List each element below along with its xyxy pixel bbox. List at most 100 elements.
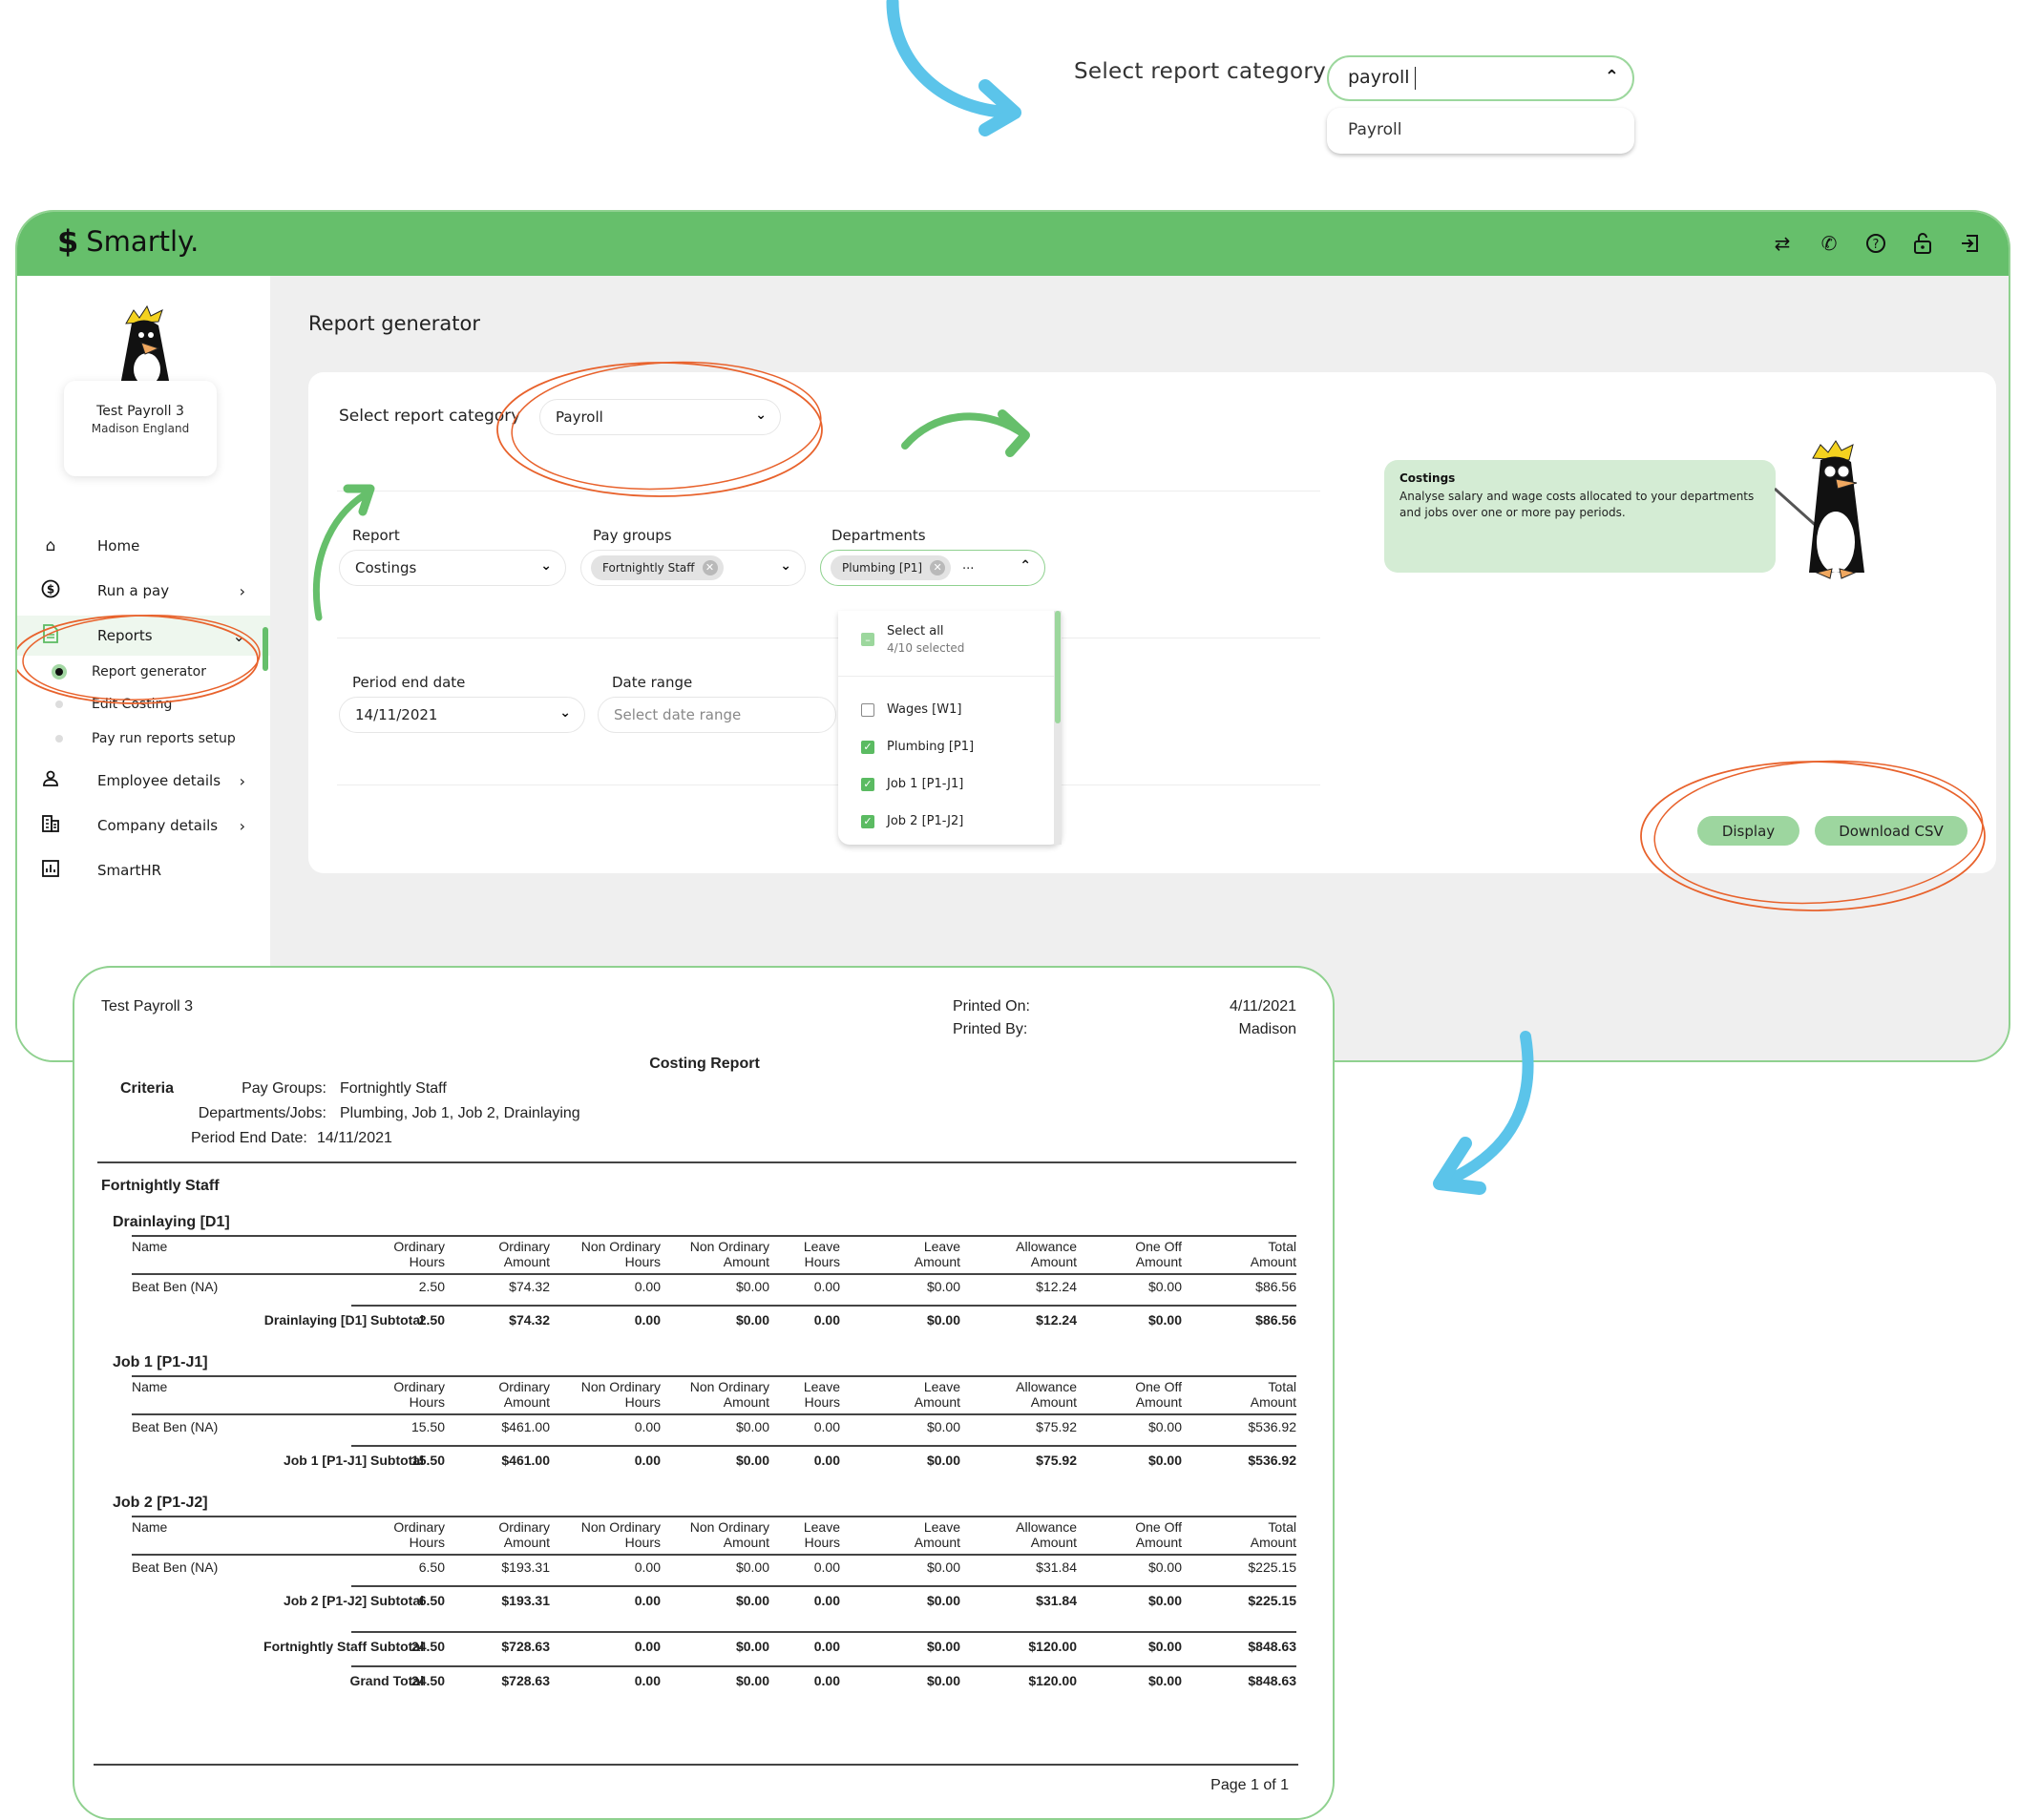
info-title: Costings [1399,471,1456,485]
dropdown-scrollbar[interactable] [1054,611,1062,845]
period-end-select[interactable]: 14/11/2021 ⌄ [339,697,585,733]
header-body-rule [132,1273,1296,1275]
header-line-2: Hours [804,1254,840,1269]
scrollbar-thumb[interactable] [1055,611,1061,723]
sidebar-item-employee-details[interactable]: Employee details › [17,761,270,801]
switch-icon[interactable]: ⇄ [1768,229,1797,258]
header-line-1: Leave [923,1239,960,1254]
cell-8: $0.00 [1147,1279,1182,1294]
section-header-rule [132,1516,1296,1517]
cell-3: 0.00 [634,1673,661,1688]
remove-chip-icon[interactable]: ✕ [930,560,946,575]
column-header: Ordinary Amount [435,1519,550,1550]
header-line-2: Hours [624,1394,661,1410]
header-line-2: Amount [1250,1254,1296,1269]
paygroups-select[interactable]: Fortnightly Staff ✕ ⌄ [580,550,806,586]
help-icon[interactable]: ? [1862,229,1890,258]
cell-7: $120.00 [1028,1639,1077,1654]
header-line-2: Amount [503,1535,550,1550]
remove-chip-icon[interactable]: ✕ [702,560,718,575]
header-line-1: Leave [923,1519,960,1535]
header-line-2: Amount [914,1254,960,1269]
top-category-input-value[interactable]: payroll [1348,67,1410,88]
cell-1: 2.50 [418,1312,445,1328]
column-header: Total Amount [1182,1519,1296,1550]
column-header: Ordinary Hours [330,1379,445,1410]
group-title: Fortnightly Staff [101,1178,220,1194]
phone-icon[interactable]: ✆ [1815,229,1843,258]
text-cursor [1415,67,1416,90]
table-row: Beat Ben (NA) 15.50 $461.00 0.00 $0.00 0.00 $0… [74,1419,1335,1438]
checkbox-checked-icon[interactable]: ✓ [861,814,874,828]
cell-6: $0.00 [926,1559,960,1575]
checkbox-checked-icon[interactable]: ✓ [861,777,874,791]
dept-option[interactable]: Wages [W1] [861,702,961,717]
sidebar-subitem-pay-run-reports-setup[interactable]: Pay run reports setup [17,722,270,755]
cell-6: $0.00 [926,1279,960,1294]
group-subtotal-row: Fortnightly Staff Subtotal 24.50 $728.63 0.… [74,1639,1335,1658]
header-line-1: Total [1268,1239,1296,1254]
report-company: Test Payroll 3 [101,998,194,1015]
header-line-1: Name [132,1379,168,1394]
penguin-teacher-icon [1775,440,1864,579]
header-line-1: Leave [803,1379,840,1394]
top-category-combobox[interactable]: payroll ⌃ [1327,55,1634,101]
profile-card[interactable]: Test Payroll 3 Madison England [64,381,217,476]
partial-checkbox-icon[interactable]: – [861,633,874,646]
more-indicator: ... [962,558,975,573]
cell-7: $75.92 [1036,1419,1077,1434]
report-info-card: Costings Analyse salary and wage costs a… [1384,460,1776,573]
checkbox-checked-icon[interactable]: ✓ [861,740,874,754]
lock-icon[interactable] [1908,229,1937,258]
svg-text:$: $ [47,582,54,596]
cell-9: $536.92 [1248,1453,1296,1468]
annotation-arrow-blue-bottom [1433,1031,1534,1195]
paygroup-chip[interactable]: Fortnightly Staff ✕ [591,555,724,580]
sidebar-item-home[interactable]: ⌂ Home [17,526,270,566]
cell-2: $728.63 [501,1673,550,1688]
daterange-input[interactable]: Select date range [598,697,836,733]
cell-8: $0.00 [1147,1639,1182,1654]
cell-3: 0.00 [634,1453,661,1468]
sidebar-item-company-details[interactable]: Company details › [17,805,270,846]
sidebar-item-label: Run a pay [97,582,170,599]
chevron-up-icon: ⌃ [1020,558,1031,574]
top-category-option-payroll[interactable]: Payroll [1327,108,1634,154]
cell-8: $0.00 [1147,1312,1182,1328]
chevron-down-icon: ⌄ [540,558,552,574]
divider [337,784,1320,785]
header-line-1: One Off [1135,1519,1182,1535]
sidebar-item-label: Employee details [97,772,221,789]
cell-2: $728.63 [501,1639,550,1654]
dollar-icon: $ [36,579,65,603]
department-chip[interactable]: Plumbing [P1] ✕ [831,555,952,580]
header-line-2: Amount [1030,1394,1077,1410]
checkbox-icon[interactable] [861,702,874,717]
dept-option[interactable]: ✓ Job 1 [P1-J1] [861,777,963,791]
annotation-arrow-green-up [312,484,375,621]
sidebar-item-run-a-pay[interactable]: $ Run a pay › [17,571,270,611]
dept-option[interactable]: ✓ Plumbing [P1] [861,740,974,754]
departments-select[interactable]: Plumbing [P1] ✕ ... ⌃ [820,550,1045,586]
header-line-1: Allowance [1016,1239,1077,1254]
subtotal-rule [351,1445,1296,1447]
criteria-period-label: Period End Date: [191,1130,307,1146]
sidebar-item-smarthr[interactable]: SmartHR [17,850,270,890]
smartly-logo-icon: $ [57,223,79,260]
building-icon [36,814,65,837]
cell-1: 15.50 [410,1419,445,1434]
cell-6: $0.00 [926,1639,960,1654]
sidebar-subitem-label: Pay run reports setup [92,731,236,746]
cell-3: 0.00 [634,1312,661,1328]
daterange-placeholder: Select date range [614,706,742,723]
chevron-up-icon[interactable]: ⌃ [1605,67,1619,87]
header-line-2: Hours [409,1254,445,1269]
select-all-option[interactable]: – Select all 4/10 selected [861,624,964,655]
dept-option[interactable]: ✓ Job 2 [P1-J2] [861,814,963,828]
cell-2: $461.00 [501,1419,550,1434]
cell-8: $0.00 [1147,1419,1182,1434]
printed-by-value: Madison [1238,1021,1296,1037]
brand-logo[interactable]: $ Smartly. [57,223,199,260]
logout-icon[interactable] [1955,229,1984,258]
header-line-2: Amount [503,1394,550,1410]
